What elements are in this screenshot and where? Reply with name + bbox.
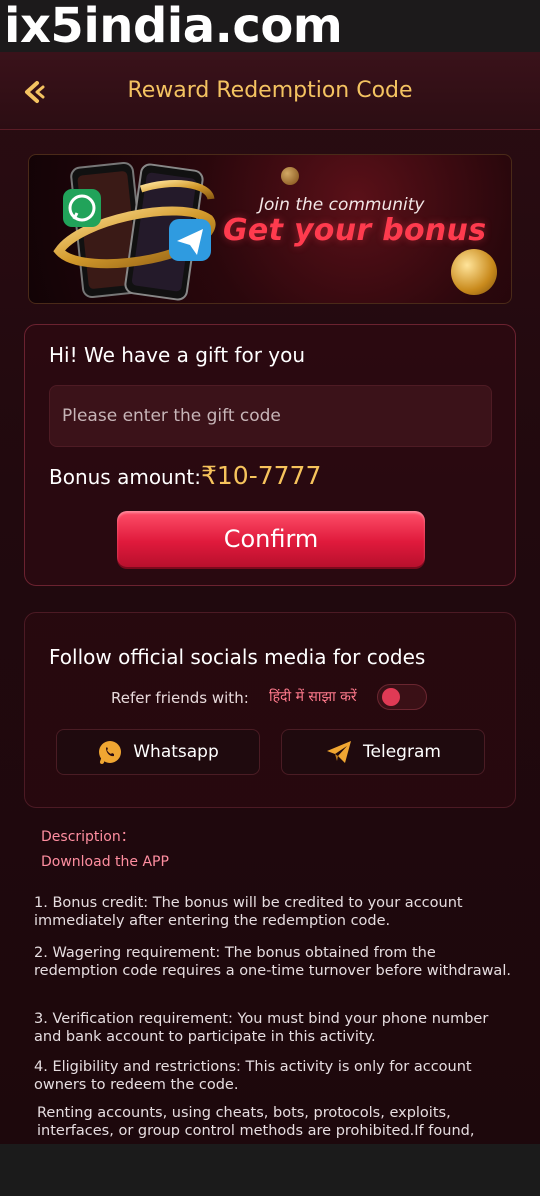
social-media-card: Follow official socials media for codes … bbox=[24, 612, 516, 808]
gift-code-input[interactable] bbox=[49, 385, 492, 447]
app-screen: Reward Redemption Code Join the communit… bbox=[0, 52, 540, 1144]
rule-item: Renting accounts, using cheats, bots, pr… bbox=[37, 1105, 475, 1139]
bonus-amount-value: ₹10-7777 bbox=[201, 461, 322, 490]
coin-decoration bbox=[281, 167, 299, 185]
bottom-bar bbox=[0, 1144, 540, 1196]
header-bar: Reward Redemption Code bbox=[0, 52, 540, 130]
banner-join-text: Join the community bbox=[259, 195, 425, 215]
hindi-share-toggle[interactable] bbox=[377, 684, 427, 710]
gift-card-title: Hi! We have a gift for you bbox=[49, 343, 306, 367]
social-card-title: Follow official socials media for codes bbox=[49, 645, 426, 669]
whatsapp-label: Whatsapp bbox=[133, 742, 219, 762]
telegram-icon bbox=[327, 741, 352, 763]
watermark-bar: ix5india.com bbox=[0, 0, 540, 54]
rule-item: 4. Eligibility and restrictions: This ac… bbox=[34, 1059, 472, 1093]
rule-item: 2. Wagering requirement: The bonus obtai… bbox=[34, 945, 511, 979]
community-banner[interactable]: Join the community Get your bonus bbox=[28, 154, 512, 304]
confirm-button[interactable]: Confirm bbox=[117, 511, 425, 567]
telegram-button[interactable]: Telegram bbox=[281, 729, 485, 775]
rule-item: 1. Bonus credit: The bonus will be credi… bbox=[34, 895, 463, 929]
gift-code-card: Hi! We have a gift for you Bonus amount:… bbox=[24, 324, 516, 586]
whatsapp-button[interactable]: Whatsapp bbox=[56, 729, 260, 775]
banner-bonus-text: Get your bonus bbox=[223, 213, 487, 248]
whatsapp-icon bbox=[99, 741, 122, 764]
hindi-share-label: हिंदी में साझा करें bbox=[269, 689, 357, 705]
bonus-amount-label: Bonus amount: bbox=[49, 465, 201, 489]
toggle-knob bbox=[382, 688, 400, 706]
rule-item: 3. Verification requirement: You must bi… bbox=[34, 1011, 489, 1045]
watermark-text: ix5india.com bbox=[4, 0, 343, 54]
refer-friends-label: Refer friends with: bbox=[111, 689, 249, 707]
telegram-label: Telegram bbox=[363, 742, 441, 762]
page-title: Reward Redemption Code bbox=[127, 78, 413, 103]
phones-illustration bbox=[53, 162, 216, 301]
coin-decoration bbox=[451, 249, 497, 295]
download-app-link[interactable]: Download the APP bbox=[41, 854, 169, 870]
description-label: Description： bbox=[41, 829, 135, 845]
bonus-amount-row: Bonus amount:₹10-7777 bbox=[49, 461, 321, 490]
